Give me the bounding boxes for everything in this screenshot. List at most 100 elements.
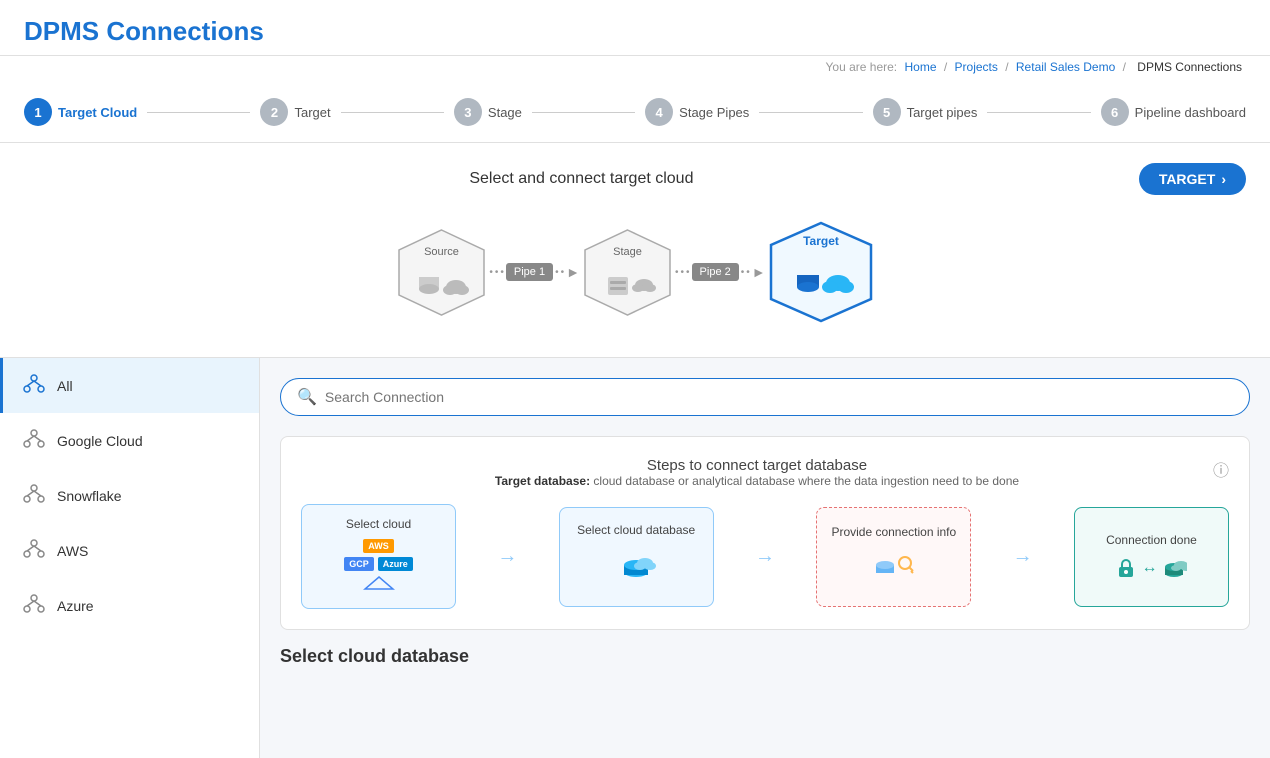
step-connection-info-label: Provide connection info: [831, 525, 956, 539]
steps-flow: Select cloud AWS GCP Azure: [301, 504, 1229, 609]
pipe2-label: Pipe 2: [692, 263, 739, 281]
breadcrumb-sep3: /: [1123, 60, 1130, 74]
step-select-db-label: Select cloud database: [577, 523, 695, 537]
steps-subtitle-prefix: Target database:: [495, 474, 590, 488]
step-connector-3-4: [532, 112, 635, 113]
breadcrumb: You are here: Home / Projects / Retail S…: [0, 56, 1270, 82]
step-connector-1-2: [147, 112, 250, 113]
connection-done-icon: ↔: [1115, 555, 1187, 581]
step-box-connection-info: Provide connection info: [816, 507, 971, 607]
pipe2-connector: • • • Pipe 2 • • ►: [675, 263, 766, 281]
step-1-label: Target Cloud: [58, 105, 137, 120]
step-connector-5-6: [987, 112, 1090, 113]
page-title: DPMS Connections: [24, 16, 1246, 47]
pipe1-connector: • • • Pipe 1 • • ►: [489, 263, 580, 281]
stepper: 1 Target Cloud 2 Target 3 Stage 4 Stage …: [0, 82, 1270, 143]
step-4-label: Stage Pipes: [679, 105, 749, 120]
pipeline-title: Select and connect target cloud: [469, 170, 693, 187]
search-icon: 🔍: [297, 387, 317, 407]
step-connector-4-5: [759, 112, 862, 113]
cloud-provider-icons: AWS GCP Azure: [344, 539, 413, 596]
pipeline-flow: Source • • • Pipe 1 • • ►: [370, 207, 899, 347]
svg-text:Stage: Stage: [613, 246, 642, 258]
target-button-label: TARGET: [1159, 171, 1216, 187]
step-4-circle: 4: [645, 98, 673, 126]
snowflake-icon: [23, 482, 45, 509]
step-box-select-cloud: Select cloud AWS GCP Azure: [301, 504, 456, 609]
sidebar-label-google-cloud: Google Cloud: [57, 433, 143, 449]
sidebar-label-aws: AWS: [57, 543, 88, 559]
connection-key-icon: [873, 547, 915, 583]
steps-card: Steps to connect target database Target …: [280, 436, 1250, 630]
stage-hex-shape: Stage: [580, 225, 675, 320]
target-button[interactable]: TARGET ›: [1139, 163, 1246, 195]
step-3[interactable]: 3 Stage: [454, 98, 522, 126]
breadcrumb-retail[interactable]: Retail Sales Demo: [1016, 60, 1115, 74]
source-node: Source: [394, 225, 489, 320]
svg-text:Target: Target: [803, 234, 839, 248]
target-button-chevron: ›: [1221, 171, 1226, 187]
step-arrow-2-3: →: [755, 545, 775, 568]
aws-badge: AWS: [363, 539, 394, 553]
step-select-cloud-label: Select cloud: [346, 517, 411, 531]
step-box-done: Connection done ↔: [1074, 507, 1229, 607]
target-hex-shape: Target: [766, 217, 876, 327]
sidebar-item-azure[interactable]: Azure: [0, 578, 259, 633]
stage-node: Stage: [580, 225, 675, 320]
steps-card-title: Steps to connect target database: [301, 457, 1213, 474]
svg-text:Source: Source: [424, 246, 459, 258]
sidebar-label-azure: Azure: [57, 598, 94, 614]
step-box-select-db: Select cloud database: [559, 507, 714, 607]
search-input[interactable]: [325, 389, 1233, 405]
main-content: All Google Cloud: [0, 358, 1270, 758]
sidebar-label-all: All: [57, 378, 73, 394]
breadcrumb-sep1: /: [944, 60, 951, 74]
step-5[interactable]: 5 Target pipes: [873, 98, 978, 126]
step-1[interactable]: 1 Target Cloud: [24, 98, 137, 126]
sidebar-item-aws[interactable]: AWS: [0, 523, 259, 578]
breadcrumb-sep2: /: [1005, 60, 1012, 74]
step-5-label: Target pipes: [907, 105, 978, 120]
search-bar: 🔍: [280, 378, 1250, 416]
step-1-circle: 1: [24, 98, 52, 126]
connection-info-icon: [873, 547, 915, 588]
google-cloud-icon: [23, 427, 45, 454]
arrow-connect-icon: ↔: [1141, 559, 1157, 577]
header: DPMS Connections You are here: Home / Pr…: [0, 0, 1270, 82]
step-connector-2-3: [341, 112, 444, 113]
aws-icon: [23, 537, 45, 564]
step-2[interactable]: 2 Target: [260, 98, 330, 126]
azure-icon: [23, 592, 45, 619]
db-done-icon: [1161, 555, 1187, 581]
step-6-label: Pipeline dashboard: [1135, 105, 1246, 120]
help-icon[interactable]: ⓘ: [1213, 457, 1229, 481]
step-done-label: Connection done: [1106, 533, 1197, 547]
cloud-db-icon: [616, 545, 656, 585]
breadcrumb-current: DPMS Connections: [1137, 60, 1242, 74]
azure-badge: Azure: [378, 557, 413, 571]
step-6[interactable]: 6 Pipeline dashboard: [1101, 98, 1246, 126]
lock-icon: [1115, 557, 1137, 579]
breadcrumb-home[interactable]: Home: [904, 60, 936, 74]
db-select-icon: [616, 545, 656, 590]
sidebar-item-snowflake[interactable]: Snowflake: [0, 468, 259, 523]
sidebar-item-all[interactable]: All: [0, 358, 259, 413]
step-4[interactable]: 4 Stage Pipes: [645, 98, 749, 126]
breadcrumb-projects[interactable]: Projects: [955, 60, 998, 74]
source-hex-shape: Source: [394, 225, 489, 320]
step-3-circle: 3: [454, 98, 482, 126]
step-2-circle: 2: [260, 98, 288, 126]
all-connections-icon: [23, 372, 45, 399]
sidebar-item-google-cloud[interactable]: Google Cloud: [0, 413, 259, 468]
breadcrumb-you-are-here: You are here:: [826, 60, 898, 74]
step-arrow-3-4: →: [1013, 545, 1033, 568]
sidebar-label-snowflake: Snowflake: [57, 488, 122, 504]
steps-card-subtitle: Target database: cloud database or analy…: [301, 474, 1213, 488]
gcp-badge: GCP: [344, 557, 374, 571]
step-arrow-1-2: →: [497, 545, 517, 568]
pipe1-label: Pipe 1: [506, 263, 553, 281]
steps-subtitle-desc: cloud database or analytical database wh…: [593, 474, 1019, 488]
content-panel: 🔍 Steps to connect target database Targe…: [260, 358, 1270, 758]
select-cloud-db-title: Select cloud database: [280, 646, 1250, 667]
pipeline-section: Select and connect target cloud TARGET ›…: [0, 143, 1270, 358]
